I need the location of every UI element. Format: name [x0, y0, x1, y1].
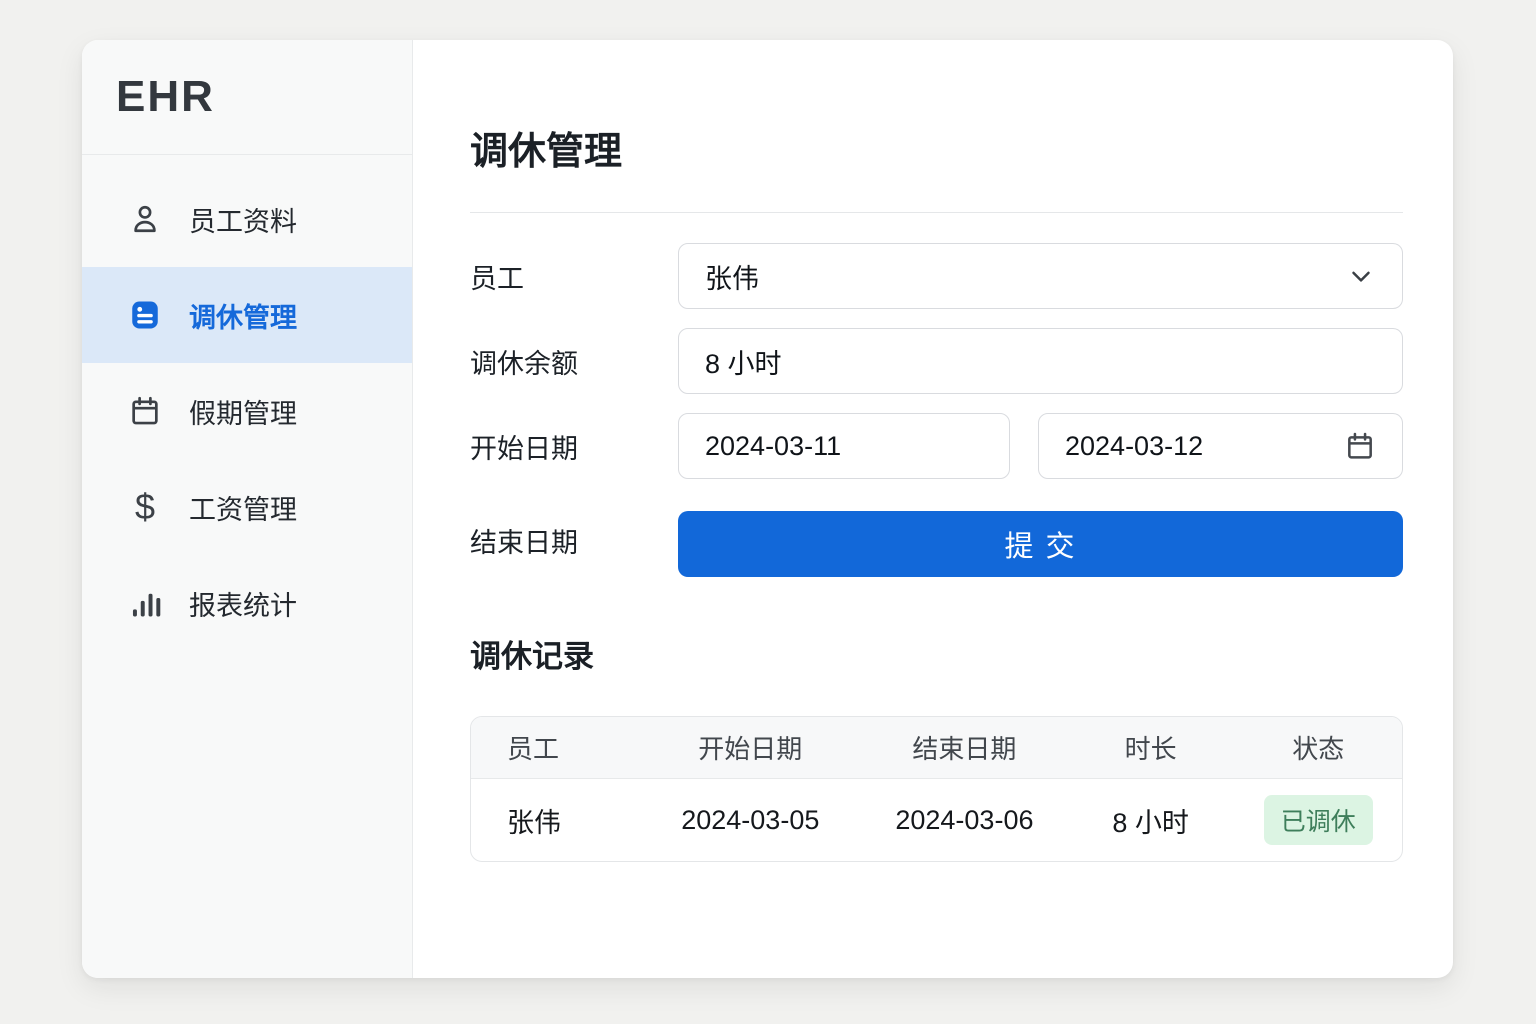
- sidebar-item-salary-management[interactable]: $ 工资管理: [82, 459, 412, 555]
- form-row-submit: 结束日期 提 交: [470, 511, 1403, 577]
- page-title: 调休管理: [470, 131, 623, 173]
- form-row-dates: 开始日期 2024-03-11 2024-03-12: [470, 413, 1403, 479]
- submit-button[interactable]: 提 交: [678, 511, 1403, 577]
- sidebar-item-timeoff-management[interactable]: 调休管理: [82, 267, 412, 363]
- start-date-label: 开始日期: [470, 433, 578, 464]
- column-header-duration: 时长: [1124, 734, 1177, 764]
- sidebar: EHR 员工资料 调休管理 假期管理 $ 工资管理 报表统计: [82, 40, 413, 978]
- balance-value: 8 小时: [705, 348, 782, 379]
- sidebar-item-label: 假期管理: [189, 398, 297, 429]
- employee-label: 员工: [470, 263, 524, 294]
- table-header-row: 员工 开始日期 结束日期 时长 状态: [471, 717, 1402, 779]
- bar-chart-icon: [127, 585, 163, 621]
- cell-duration: 8 小时: [1112, 807, 1189, 838]
- title-divider: [470, 212, 1403, 213]
- end-date-input[interactable]: 2024-03-12: [1038, 413, 1403, 479]
- main-content: 调休管理 员工 张伟 调休余额 8 小时 开始日期 2024-03-11 202…: [413, 40, 1453, 978]
- note-icon: [127, 297, 163, 333]
- employee-select-value: 张伟: [705, 263, 759, 294]
- records-table: 员工 开始日期 结束日期 时长 状态 张伟 2024-03-05 2024-03…: [470, 716, 1403, 862]
- sidebar-item-holiday-management[interactable]: 假期管理: [82, 363, 412, 459]
- employee-select[interactable]: 张伟: [678, 243, 1403, 309]
- start-date-value: 2024-03-11: [705, 430, 842, 461]
- dollar-icon: $: [134, 486, 156, 527]
- sidebar-nav: 员工资料 调休管理 假期管理 $ 工资管理 报表统计: [82, 155, 412, 651]
- cell-start-date: 2024-03-05: [681, 804, 820, 835]
- sidebar-item-report-statistics[interactable]: 报表统计: [82, 555, 412, 651]
- app-logo: EHR: [82, 40, 412, 155]
- sidebar-item-label: 调休管理: [189, 302, 297, 333]
- timeoff-form: 员工 张伟 调休余额 8 小时 开始日期 2024-03-11 2024-03-…: [470, 243, 1403, 577]
- cell-employee: 张伟: [507, 807, 561, 838]
- chevron-down-icon: [1346, 261, 1376, 291]
- end-date-value: 2024-03-12: [1065, 430, 1204, 461]
- sidebar-item-label: 报表统计: [189, 590, 297, 621]
- calendar-icon: [1344, 430, 1376, 462]
- column-header-employee: 员工: [507, 734, 560, 764]
- calendar-icon: [127, 393, 163, 429]
- column-header-end-date: 结束日期: [912, 734, 1017, 764]
- column-header-status: 状态: [1292, 734, 1345, 764]
- sidebar-item-label: 员工资料: [189, 206, 297, 237]
- table-row: 张伟 2024-03-05 2024-03-06 8 小时 已调休: [471, 779, 1402, 861]
- form-row-balance: 调休余额 8 小时: [470, 328, 1403, 394]
- app-window: EHR 员工资料 调休管理 假期管理 $ 工资管理 报表统计 调休管理 员工 张…: [82, 40, 1453, 978]
- column-header-start-date: 开始日期: [698, 734, 803, 764]
- user-icon: [127, 201, 163, 237]
- records-section-title: 调休记录: [470, 639, 594, 674]
- form-row-employee: 员工 张伟: [470, 243, 1403, 309]
- start-date-input[interactable]: 2024-03-11: [678, 413, 1010, 479]
- sidebar-item-employee-info[interactable]: 员工资料: [82, 171, 412, 267]
- end-date-label: 结束日期: [470, 528, 578, 558]
- cell-status: 已调休: [1234, 795, 1402, 845]
- status-badge: 已调休: [1263, 795, 1373, 845]
- sidebar-item-label: 工资管理: [189, 494, 297, 525]
- cell-end-date: 2024-03-06: [895, 804, 1034, 835]
- balance-input[interactable]: 8 小时: [678, 328, 1403, 394]
- balance-label: 调休余额: [470, 348, 578, 379]
